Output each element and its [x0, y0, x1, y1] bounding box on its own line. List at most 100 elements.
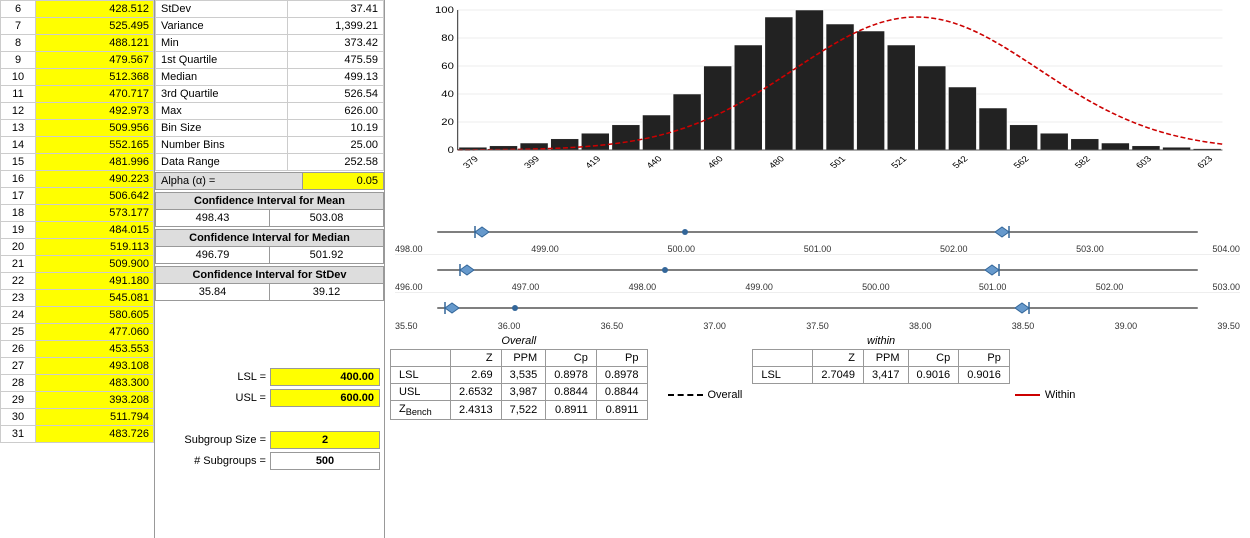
- mean-ci-scale: 498.00 499.00 500.00 501.00 502.00 503.0…: [395, 244, 1240, 254]
- row-value: 525.495: [36, 18, 154, 35]
- row-number: 9: [1, 52, 36, 69]
- cap-overall-section: Overall Z PPM Cp Pp LSL2.693,5350.89780.…: [390, 335, 648, 420]
- numbins-label: Number Bins: [156, 137, 288, 154]
- row-value: 506.642: [36, 188, 154, 205]
- median-ci-scale: 496.00 497.00 498.00 499.00 500.00 501.0…: [395, 282, 1240, 292]
- row-number: 24: [1, 307, 36, 324]
- datarange-value: 252.58: [288, 154, 384, 171]
- ci-median-section: Confidence Interval for Median 496.79 50…: [155, 229, 384, 264]
- svg-text:399: 399: [522, 154, 542, 170]
- row-number: 17: [1, 188, 36, 205]
- ci-lines-section: 498.00 499.00 500.00 501.00 502.00 503.0…: [385, 215, 1250, 333]
- row-value: 488.121: [36, 35, 154, 52]
- alpha-value[interactable]: 0.05: [303, 173, 383, 189]
- median-ci-line: 496.00 497.00 498.00 499.00 500.00 501.0…: [395, 255, 1240, 293]
- row-value: 477.060: [36, 324, 154, 341]
- svg-text:20: 20: [441, 118, 454, 128]
- lsl-label: LSL =: [237, 371, 266, 383]
- subgroup-count-label: # Subgroups =: [194, 455, 266, 467]
- ci-median-low: 496.79: [156, 247, 270, 263]
- table-row: LSL2.693,5350.89780.8978: [391, 367, 648, 384]
- capability-within-table: Z PPM Cp Pp LSL2.70493,4170.90160.9016: [752, 349, 1010, 384]
- cap-cell-label: ZBench: [391, 401, 451, 420]
- row-number: 27: [1, 358, 36, 375]
- max-value: 626.00: [288, 103, 384, 120]
- dashed-line-icon: [668, 394, 703, 396]
- ci-stdev-low: 35.84: [156, 284, 270, 300]
- cap-col-pp: Pp: [596, 350, 647, 367]
- middle-stats-panel: StDev37.41 Variance1,399.21 Min373.42 1s…: [155, 0, 385, 538]
- svg-text:100: 100: [435, 6, 454, 16]
- row-value: 483.300: [36, 375, 154, 392]
- svg-text:460: 460: [705, 154, 725, 170]
- cap-col-ppm: PPM: [501, 350, 546, 367]
- within-cell-ppm: 3,417: [864, 367, 909, 384]
- stdev-value: 37.41: [288, 1, 384, 18]
- subgroup-count-input[interactable]: 500: [270, 452, 380, 470]
- svg-text:623: 623: [1195, 154, 1215, 170]
- subgroup-size-input[interactable]: 2: [270, 431, 380, 449]
- cap-cell-z: 2.69: [451, 367, 502, 384]
- mean-ci-svg: [395, 219, 1240, 245]
- ci-mean-values: 498.43 503.08: [155, 210, 384, 227]
- row-value: 512.368: [36, 69, 154, 86]
- variance-label: Variance: [156, 18, 288, 35]
- binsize-label: Bin Size: [156, 120, 288, 137]
- ci-mean-high: 503.08: [270, 210, 383, 226]
- row-number: 7: [1, 18, 36, 35]
- lsl-row: LSL = 400.00: [159, 368, 380, 386]
- binsize-value: 10.19: [288, 120, 384, 137]
- row-number: 25: [1, 324, 36, 341]
- subgroup-size-label: Subgroup Size =: [184, 434, 266, 446]
- cap-within-section: within Z PPM Cp Pp LSL2.70493,4170.90160…: [752, 335, 1010, 420]
- within-title: within: [752, 335, 1010, 347]
- stdev-ci-scale: 35.50 36.00 36.50 37.00 37.50 38.00 38.5…: [395, 321, 1240, 331]
- row-number: 13: [1, 120, 36, 137]
- median-ci-svg: [395, 257, 1240, 283]
- svg-text:501: 501: [828, 154, 848, 170]
- row-value: 545.081: [36, 290, 154, 307]
- min-label: Min: [156, 35, 288, 52]
- cap-cell-z: 2.6532: [451, 384, 502, 401]
- row-value: 511.794: [36, 409, 154, 426]
- row-value: 484.015: [36, 222, 154, 239]
- row-value: 552.165: [36, 137, 154, 154]
- svg-text:480: 480: [767, 154, 787, 170]
- usl-row: USL = 600.00: [159, 389, 380, 407]
- right-main: 0204060801003793994194404604805015215425…: [385, 0, 1250, 422]
- row-value: 580.605: [36, 307, 154, 324]
- capability-overall-table: Z PPM Cp Pp LSL2.693,5350.89780.8978USL2…: [390, 349, 648, 420]
- row-value: 481.996: [36, 154, 154, 171]
- within-cell-pp: 0.9016: [959, 367, 1010, 384]
- numbins-value: 25.00: [288, 137, 384, 154]
- usl-input[interactable]: 600.00: [270, 389, 380, 407]
- row-value: 483.726: [36, 426, 154, 443]
- cap-cell-cp: 0.8911: [546, 401, 597, 420]
- ci-stdev-high: 39.12: [270, 284, 383, 300]
- cap-cell-pp: 0.8911: [596, 401, 647, 420]
- overall-title: Overall: [390, 335, 648, 347]
- ci-mean-section: Confidence Interval for Mean 498.43 503.…: [155, 192, 384, 227]
- within-indicator: Within: [1015, 370, 1076, 420]
- row-number: 20: [1, 239, 36, 256]
- histogram-area: 0204060801003793994194404604805015215425…: [385, 0, 1250, 215]
- median-value: 499.13: [288, 69, 384, 86]
- cap-col-empty: [391, 350, 451, 367]
- row-number: 31: [1, 426, 36, 443]
- svg-text:60: 60: [441, 62, 454, 72]
- cap-cell-ppm: 3,535: [501, 367, 546, 384]
- right-panel: 0204060801003793994194404604805015215425…: [385, 0, 1250, 538]
- lsl-input[interactable]: 400.00: [270, 368, 380, 386]
- overall-indicator-label: Overall: [708, 389, 743, 401]
- ci-mean-header: Confidence Interval for Mean: [155, 192, 384, 210]
- ci-stdev-header: Confidence Interval for StDev: [155, 266, 384, 284]
- mean-ci-line: 498.00 499.00 500.00 501.00 502.00 503.0…: [395, 217, 1240, 255]
- subgroup-section: Subgroup Size = 2 # Subgroups = 500: [155, 424, 384, 477]
- cap-cell-ppm: 7,522: [501, 401, 546, 420]
- cap-col-cp: Cp: [546, 350, 597, 367]
- row-number: 28: [1, 375, 36, 392]
- svg-text:379: 379: [461, 154, 481, 170]
- row-number: 21: [1, 256, 36, 273]
- within-col-ppm: PPM: [864, 350, 909, 367]
- usl-label: USL =: [236, 392, 266, 404]
